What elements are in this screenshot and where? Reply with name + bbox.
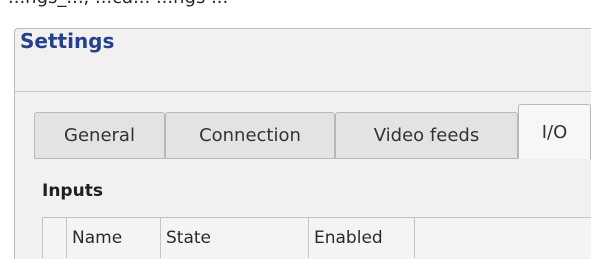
column-header-state[interactable]: State [161,217,309,258]
tab-general[interactable]: General [34,112,165,158]
window-title-partial: ...ngs_..., ...ca... ...ngs ... [8,0,228,8]
inputs-section-label: Inputs [42,181,103,201]
window-title-strip: ...ngs_..., ...ca... ...ngs ... [0,0,591,9]
column-header-name[interactable]: Name [67,217,161,258]
tab-video-feeds[interactable]: Video feeds [335,112,518,158]
title-divider [15,91,591,92]
column-header-filler [415,217,591,258]
column-header-index[interactable] [43,217,67,258]
tab-divider [34,158,591,159]
column-header-enabled[interactable]: Enabled [309,217,415,258]
tab-io[interactable]: I/O [518,104,591,159]
tab-connection[interactable]: Connection [165,112,335,158]
inputs-table: Name State Enabled [42,217,591,258]
dialog-title: Settings [20,29,115,53]
